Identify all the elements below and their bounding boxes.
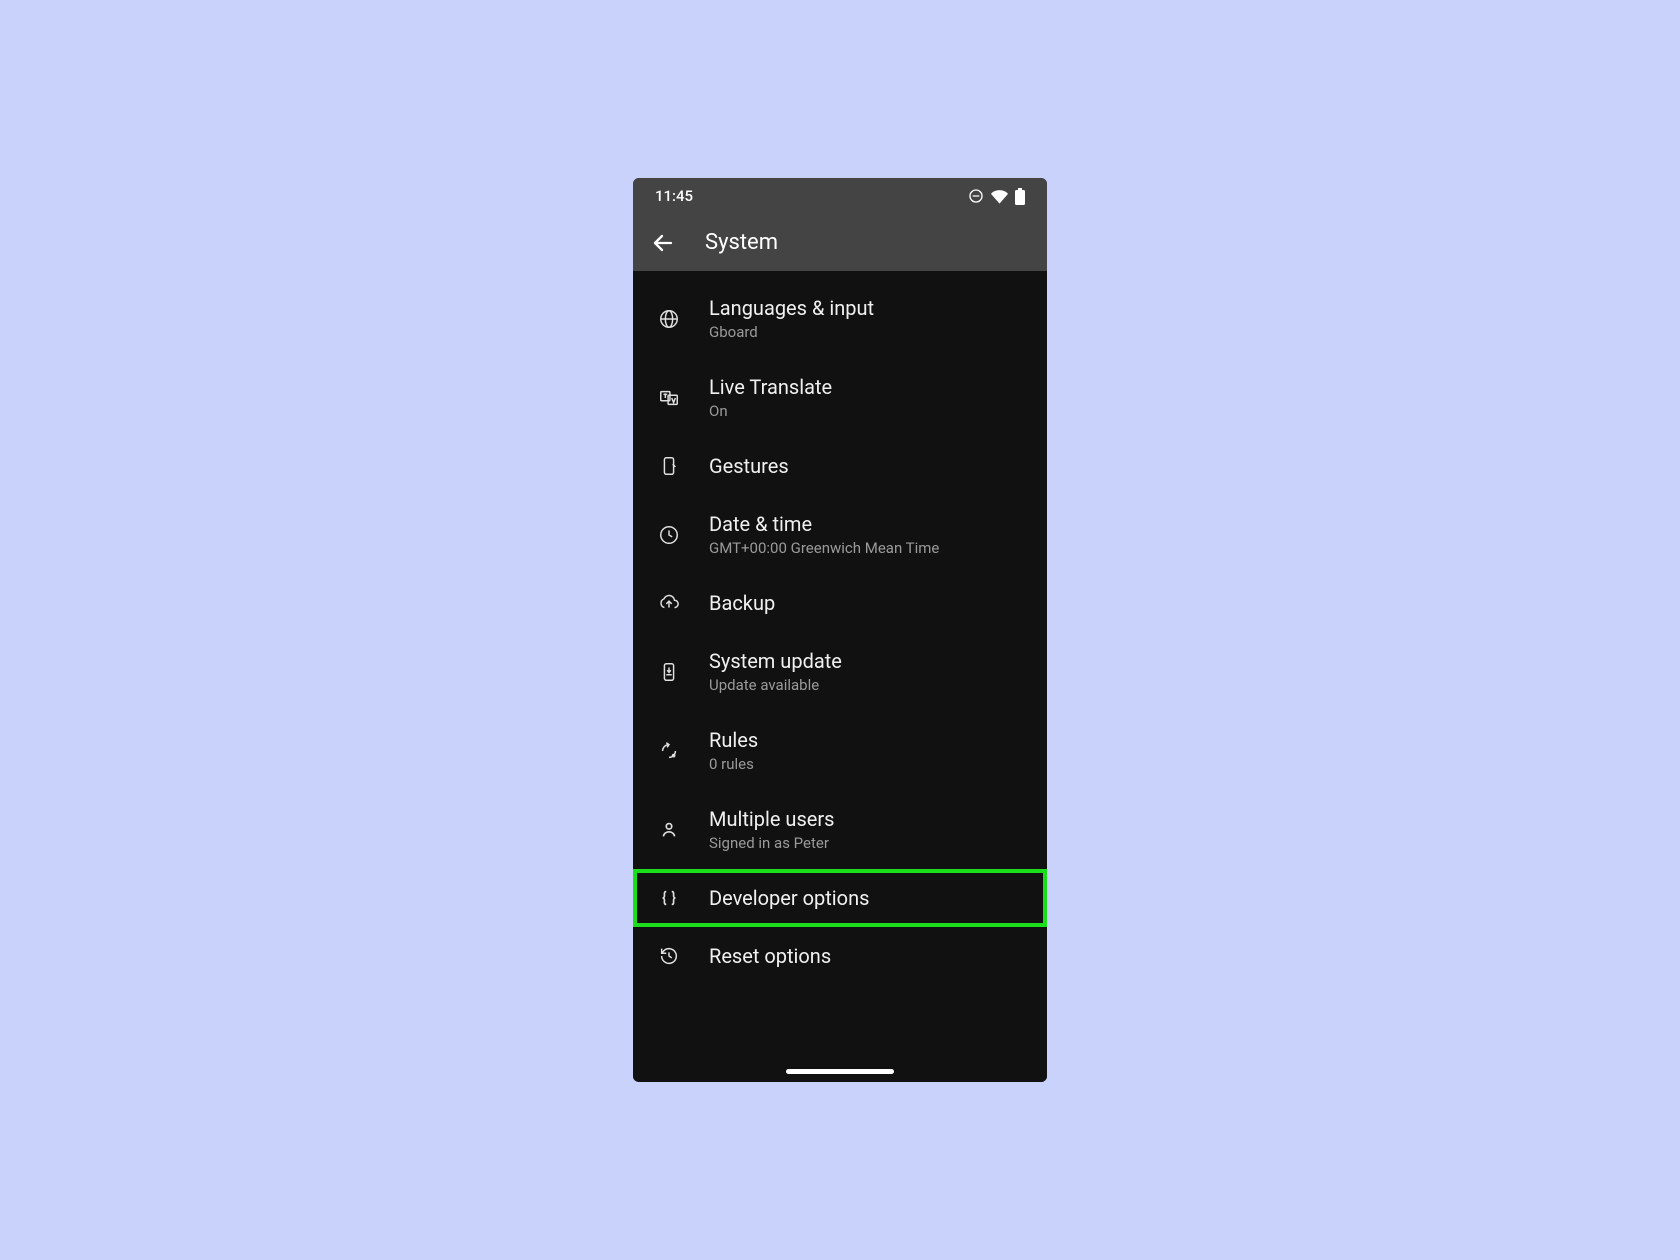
- setting-title: Developer options: [709, 886, 869, 910]
- setting-rules[interactable]: Rules 0 rules: [633, 711, 1047, 790]
- setting-backup[interactable]: Backup: [633, 574, 1047, 632]
- setting-subtitle: Update available: [709, 676, 842, 694]
- setting-text: Live Translate On: [709, 375, 832, 420]
- do-not-disturb-icon: [968, 188, 984, 204]
- setting-title: Date & time: [709, 512, 939, 536]
- setting-title: Rules: [709, 728, 758, 752]
- wifi-icon: [991, 188, 1008, 205]
- setting-title: Backup: [709, 591, 775, 615]
- cloud-upload-icon: [657, 591, 681, 615]
- setting-title: Languages & input: [709, 296, 874, 320]
- clock-icon: [657, 523, 681, 547]
- setting-system-update[interactable]: System update Update available: [633, 632, 1047, 711]
- setting-text: Date & time GMT+00:00 Greenwich Mean Tim…: [709, 512, 939, 557]
- restore-icon: [657, 944, 681, 968]
- setting-live-translate[interactable]: Live Translate On: [633, 358, 1047, 437]
- setting-title: Live Translate: [709, 375, 832, 399]
- code-braces-icon: [657, 886, 681, 910]
- setting-subtitle: GMT+00:00 Greenwich Mean Time: [709, 539, 939, 557]
- person-icon: [657, 818, 681, 842]
- setting-text: Multiple users Signed in as Peter: [709, 807, 834, 852]
- setting-text: Rules 0 rules: [709, 728, 758, 773]
- setting-text: Languages & input Gboard: [709, 296, 874, 341]
- status-time: 11:45: [655, 187, 693, 205]
- rules-icon: [657, 739, 681, 763]
- status-icons: [968, 188, 1025, 205]
- translate-icon: [657, 386, 681, 410]
- page-title: System: [705, 230, 778, 255]
- setting-multiple-users[interactable]: Multiple users Signed in as Peter: [633, 790, 1047, 869]
- setting-title: Gestures: [709, 454, 789, 478]
- setting-text: Backup: [709, 591, 775, 615]
- setting-subtitle: Signed in as Peter: [709, 834, 834, 852]
- setting-reset-options[interactable]: Reset options: [633, 927, 1047, 985]
- gesture-icon: [657, 454, 681, 478]
- globe-icon: [657, 307, 681, 331]
- setting-text: Reset options: [709, 944, 831, 968]
- setting-title: Reset options: [709, 944, 831, 968]
- setting-subtitle: Gboard: [709, 323, 874, 341]
- back-button[interactable]: [651, 231, 675, 255]
- navigation-handle[interactable]: [786, 1069, 894, 1074]
- setting-languages-input[interactable]: Languages & input Gboard: [633, 279, 1047, 358]
- phone-frame: 11:45 System Languages & input Gbo: [633, 178, 1047, 1082]
- status-bar: 11:45: [633, 178, 1047, 214]
- setting-gestures[interactable]: Gestures: [633, 437, 1047, 495]
- setting-title: System update: [709, 649, 842, 673]
- setting-subtitle: On: [709, 402, 832, 420]
- setting-subtitle: 0 rules: [709, 755, 758, 773]
- settings-list[interactable]: Languages & input Gboard Live Translate …: [633, 271, 1047, 1082]
- app-bar: System: [633, 214, 1047, 271]
- setting-developer-options[interactable]: Developer options: [633, 869, 1047, 927]
- system-update-icon: [657, 660, 681, 684]
- setting-text: Gestures: [709, 454, 789, 478]
- setting-text: Developer options: [709, 886, 869, 910]
- setting-title: Multiple users: [709, 807, 834, 831]
- setting-date-time[interactable]: Date & time GMT+00:00 Greenwich Mean Tim…: [633, 495, 1047, 574]
- setting-text: System update Update available: [709, 649, 842, 694]
- battery-icon: [1015, 188, 1025, 205]
